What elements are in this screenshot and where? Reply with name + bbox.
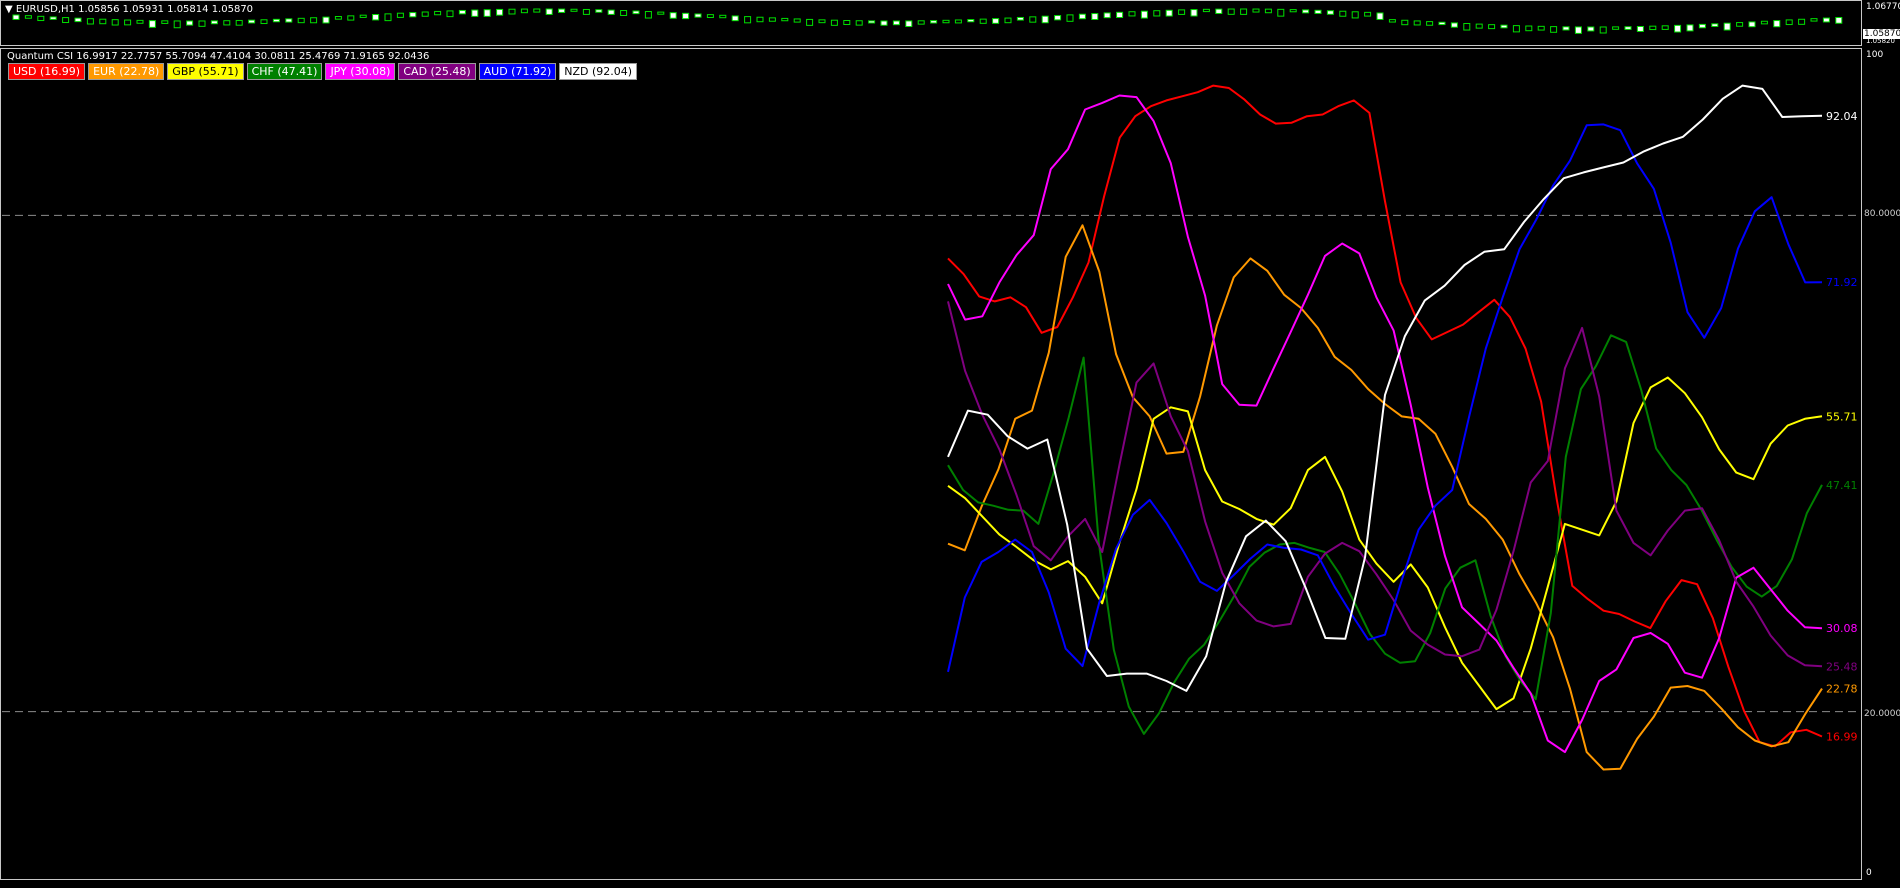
series-end-labels: 16.99 22.78 55.71 47.41 30.08 25.48 71.92 92.04	[1826, 110, 1858, 744]
series-end-label-jpy: 30.08	[1826, 622, 1858, 635]
series-line-cad	[947, 301, 1823, 668]
price-axis-top: 1.06770	[1866, 2, 1900, 12]
indicator-axis-20: 20.0000	[1864, 709, 1900, 719]
series-end-label-chf: 47.41	[1826, 479, 1858, 492]
right-axis: 1.06770 1.05870 1.05820 100 80.0000 20.0…	[1862, 0, 1900, 888]
series-end-label-eur: 22.78	[1826, 683, 1858, 696]
series-end-label-usd: 16.99	[1826, 730, 1858, 743]
series-end-label-gbp: 55.71	[1826, 410, 1858, 423]
csi-chart: 16.99 22.78 55.71 47.41 30.08 25.48 71.92 92.04	[2, 84, 1860, 771]
series-line-gbp	[947, 376, 1823, 711]
series-end-label-aud: 71.92	[1826, 276, 1858, 289]
indicator-axis-bottom: 0	[1866, 868, 1872, 878]
series-end-label-cad: 25.48	[1826, 660, 1858, 673]
series-line-eur	[947, 224, 1823, 771]
indicator-axis-top: 100	[1866, 50, 1884, 60]
series-end-label-nzd: 92.04	[1826, 110, 1858, 123]
series-lines	[947, 84, 1823, 771]
indicator-axis-80: 80.0000	[1864, 209, 1900, 219]
price-axis-bottom: 1.05820	[1866, 37, 1895, 45]
series-line-nzd	[947, 84, 1823, 692]
time-axis	[0, 880, 1862, 888]
series-line-usd	[947, 84, 1823, 748]
